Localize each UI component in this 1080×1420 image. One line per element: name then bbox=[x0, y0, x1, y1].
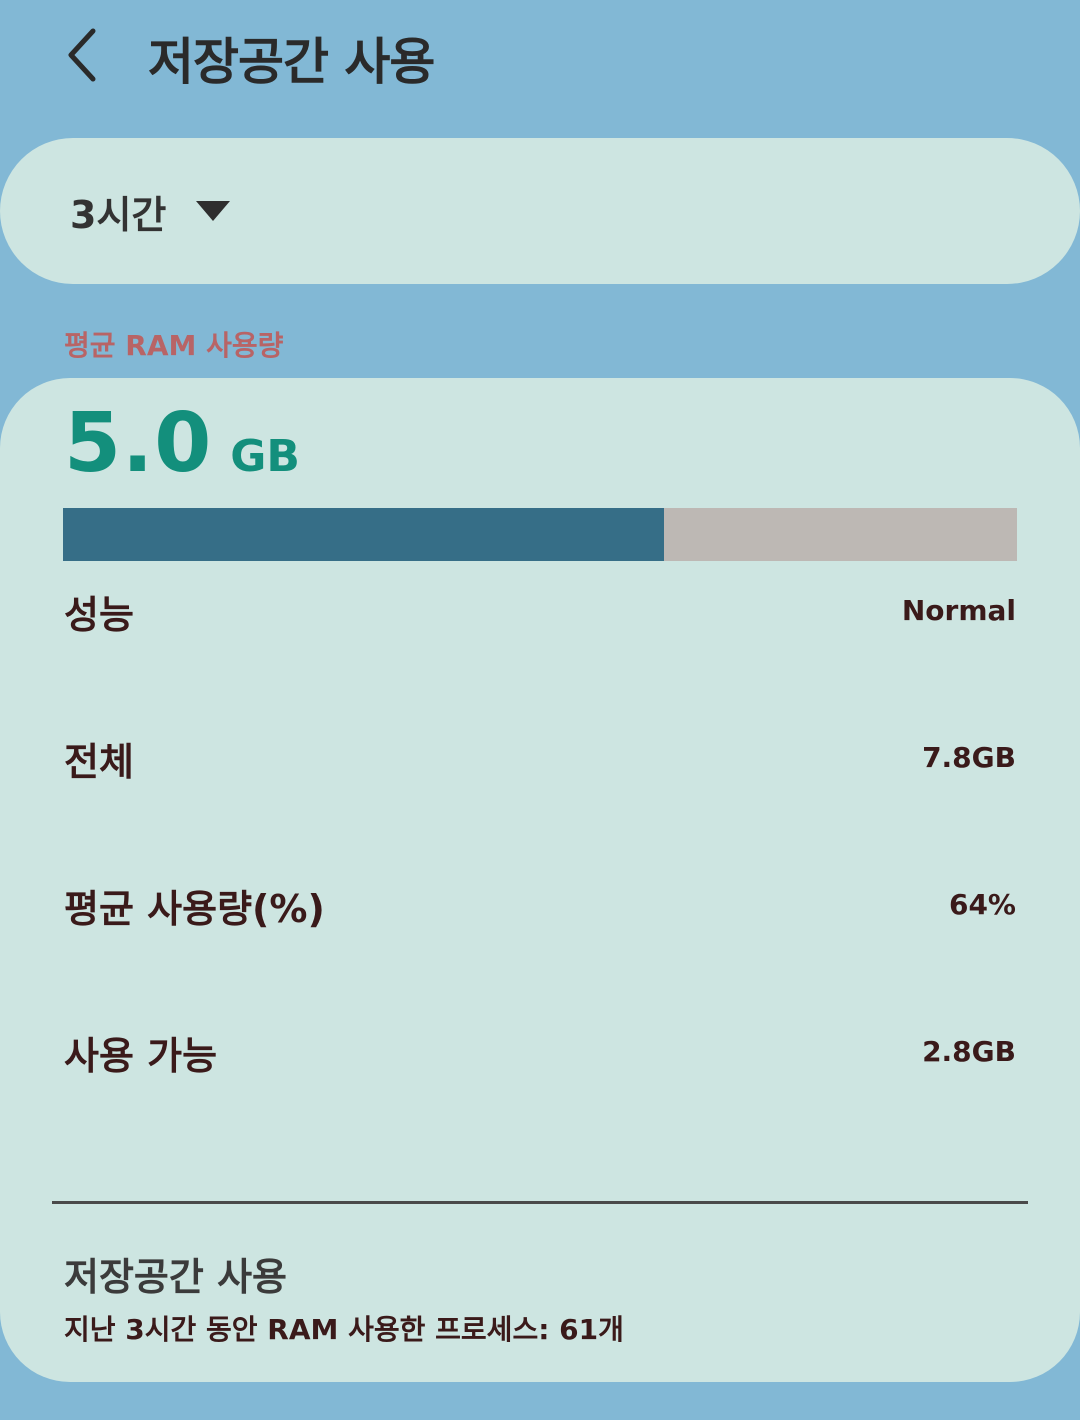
ram-usage-card: 5.0 GB 성능 Normal 전체 7.8GB 평균 사용량(%) 64% … bbox=[0, 378, 1080, 1382]
ram-usage-bar bbox=[63, 508, 1017, 561]
storage-usage-link-title[interactable]: 저장공간 사용 bbox=[64, 1246, 287, 1301]
stat-row-average-percent: 평균 사용량(%) 64% bbox=[64, 878, 1016, 938]
ram-average-value: 5.0 GB bbox=[64, 396, 300, 491]
storage-usage-description: 지난 3시간 동안 RAM 사용한 프로세스: 61개 bbox=[64, 1313, 624, 1346]
stat-label: 전체 bbox=[64, 740, 134, 784]
period-dropdown[interactable]: 3시간 bbox=[70, 186, 231, 237]
ram-usage-bar-fill bbox=[63, 508, 665, 561]
stat-value: 2.8GB bbox=[922, 1035, 1016, 1068]
ram-average-number: 5.0 bbox=[64, 396, 213, 491]
period-selected-label: 3시간 bbox=[70, 192, 167, 237]
stat-label: 성능 bbox=[64, 593, 134, 637]
divider bbox=[52, 1201, 1028, 1204]
stat-label: 평균 사용량(%) bbox=[64, 887, 325, 931]
stat-row-total: 전체 7.8GB bbox=[64, 731, 1016, 791]
app-header: 저장공간 사용 bbox=[0, 0, 1080, 110]
period-selector-card: 3시간 bbox=[0, 138, 1080, 284]
stat-row-performance: 성능 Normal bbox=[64, 584, 1016, 644]
ram-average-unit: GB bbox=[230, 431, 300, 482]
stat-label: 사용 가능 bbox=[64, 1034, 218, 1078]
triangle-down-icon bbox=[196, 201, 231, 221]
section-label-avg-ram: 평균 RAM 사용량 bbox=[64, 329, 284, 362]
stat-value: 7.8GB bbox=[922, 741, 1016, 774]
stat-value: Normal bbox=[901, 594, 1016, 627]
page-title: 저장공간 사용 bbox=[148, 33, 435, 91]
stat-value: 64% bbox=[948, 888, 1016, 921]
stat-row-available: 사용 가능 2.8GB bbox=[64, 1025, 1016, 1085]
chevron-left-icon bbox=[68, 28, 96, 82]
back-button[interactable] bbox=[48, 18, 118, 92]
